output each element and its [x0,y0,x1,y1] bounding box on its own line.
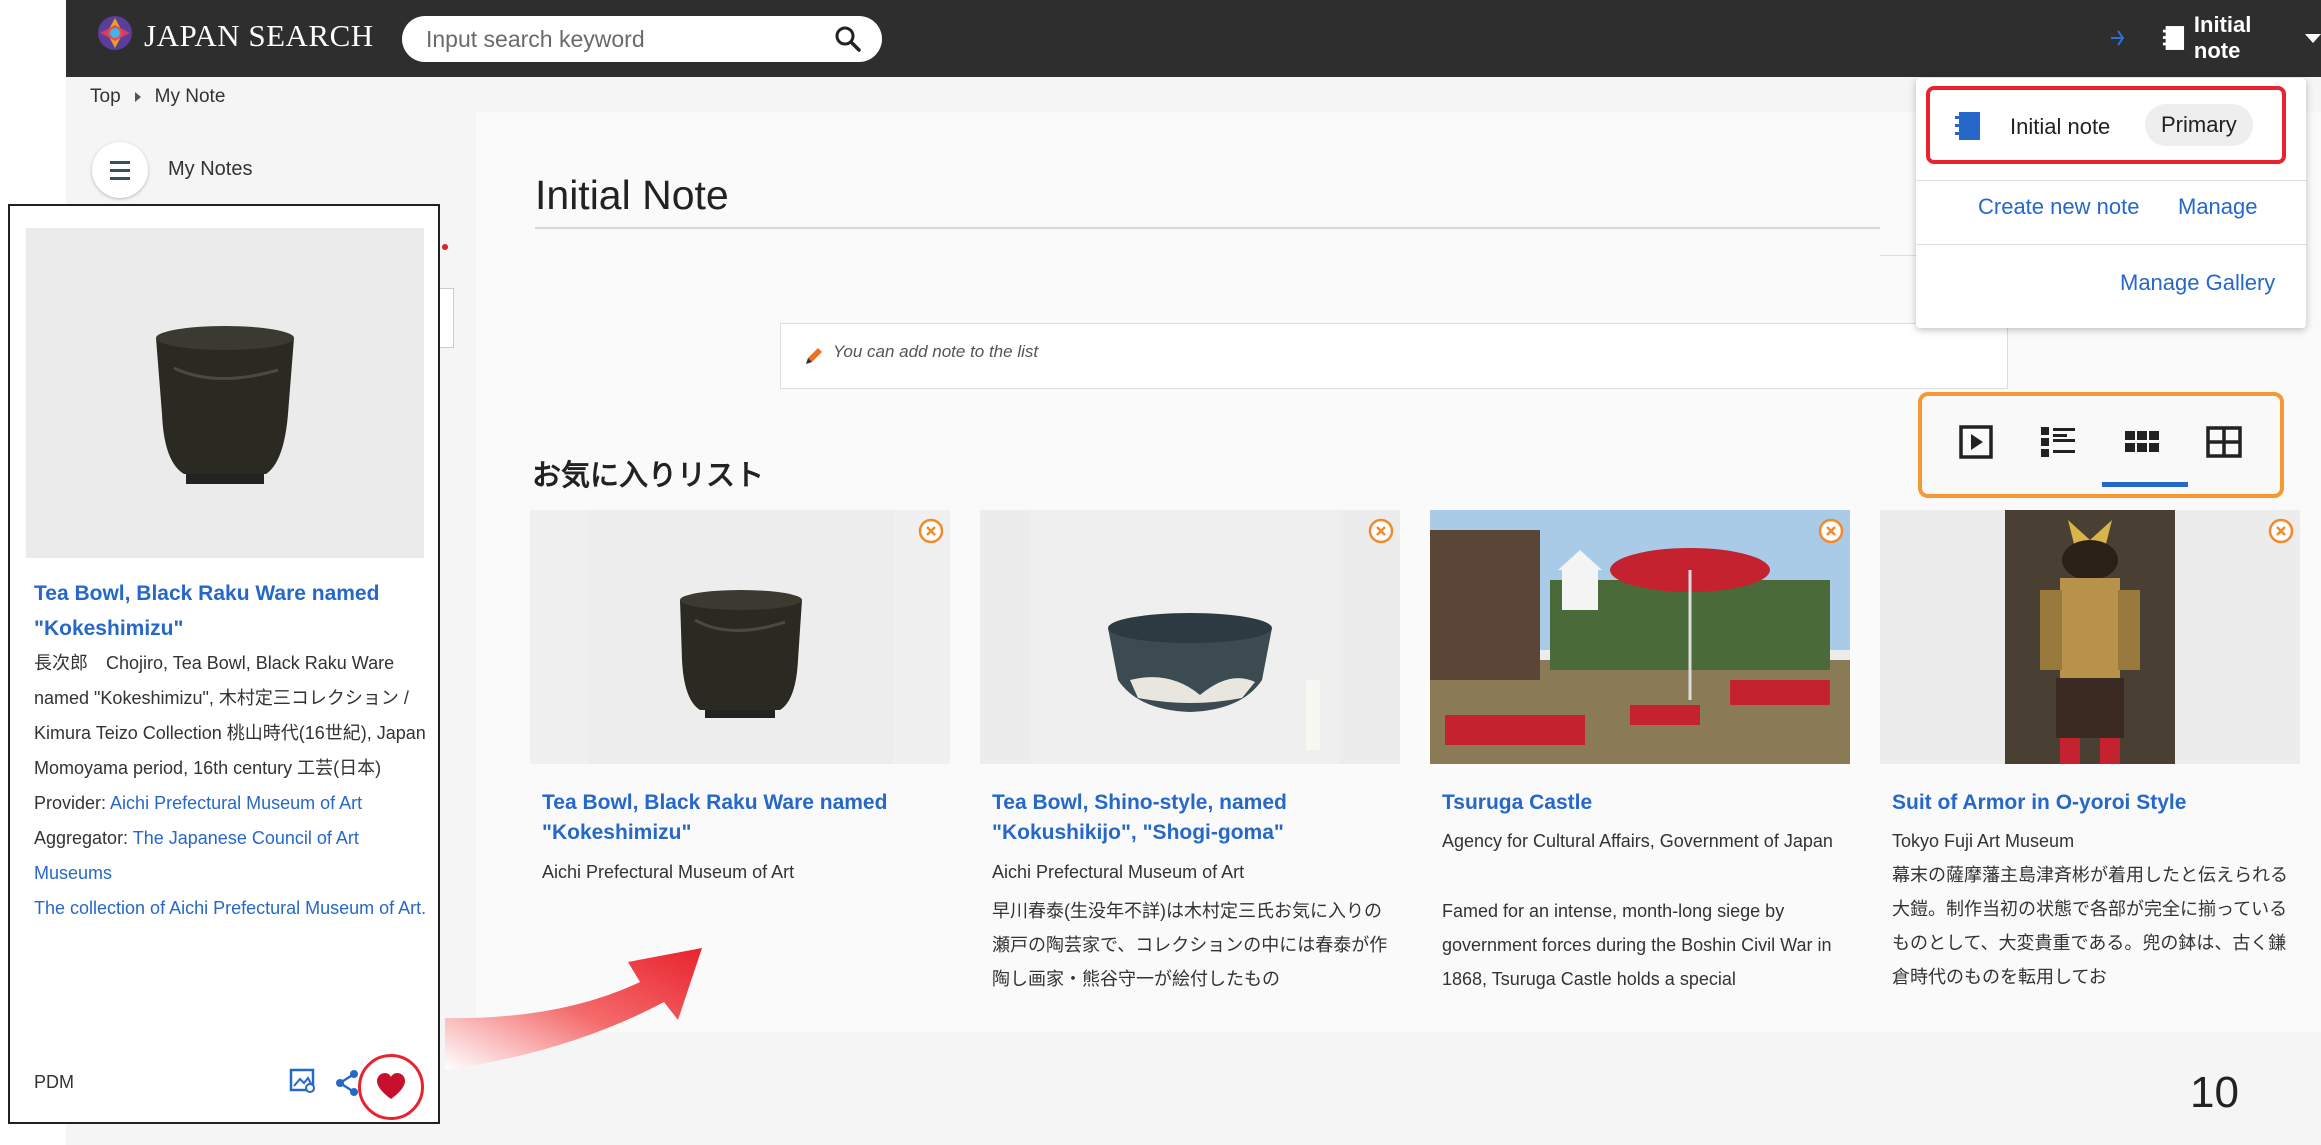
breadcrumb-separator-icon [134,92,141,102]
card-image[interactable] [1430,510,1850,764]
card-organization: Aichi Prefectural Museum of Art [542,862,795,882]
sidebar-indicator-dot [442,244,448,250]
card-image[interactable] [530,510,950,764]
note-menu-button[interactable]: Initial note [2162,12,2321,63]
dropdown-note-name: Initial note [2010,114,2111,139]
pencil-icon [806,348,822,364]
hamburger-icon-bar [110,169,130,172]
sidebar-my-notes-label[interactable]: My Notes [168,158,252,181]
card-organization: Agency for Cultural Affairs, Government … [1442,831,1833,851]
view-mode-toggle [1918,392,2284,498]
chevron-down-icon [2305,33,2321,43]
card-description: Famed for an intense, month-long siege b… [1442,901,1832,989]
item-detail-callout: Tea Bowl, Black Raku Ware named "Kokeshi… [8,204,440,1124]
remove-icon[interactable] [2268,518,2294,544]
card-title[interactable]: Suit of Armor in O-yoroi Style [1892,788,2292,818]
breadcrumb: Top My Note [90,86,225,108]
card-description: 早川春泰(生没年不詳)は木村定三氏お気に入りの瀬戸の陶芸家で、コレクションの中に… [992,901,1388,989]
login-icon[interactable] [2108,26,2132,50]
active-view-indicator [2102,482,2188,487]
card-title[interactable]: Tea Bowl, Black Raku Ware named "Kokeshi… [542,788,942,848]
notebook-icon [1955,112,1980,140]
tea-bowl-shino-image [1030,510,1340,764]
japan-search-logo-icon[interactable] [96,14,134,52]
provider-link[interactable]: Aichi Prefectural Museum of Art [110,793,362,813]
samurai-armor-image [1880,510,2300,764]
image-search-icon[interactable] [288,1066,318,1096]
remove-icon[interactable] [1818,518,1844,544]
favorite-highlight-ring [358,1054,424,1120]
note-input-box[interactable]: You can add note to the list [780,323,2008,389]
list-view-icon[interactable] [2038,422,2078,462]
card-title[interactable]: Tea Bowl, Shino-style, named "Kokushikij… [992,788,1392,848]
title-divider [535,227,1880,229]
dropdown-divider [1916,244,2306,245]
note-dropdown-menu: Initial note Primary Create new note Man… [1916,78,2306,328]
primary-chip: Primary [2145,104,2253,146]
manage-notes-link[interactable]: Manage [2178,194,2258,220]
search-input[interactable] [424,16,814,62]
brand-name[interactable]: JAPAN SEARCH [144,18,374,54]
hamburger-icon-bar [110,177,130,180]
card-image[interactable] [980,510,1400,764]
remove-icon[interactable] [918,518,944,544]
breadcrumb-current: My Note [154,86,226,107]
notebook-icon [2162,26,2185,50]
search-icon[interactable] [834,25,862,53]
hamburger-icon [110,161,130,164]
grid-view-icon[interactable] [2122,422,2162,462]
search-bar[interactable] [402,16,882,62]
card-title[interactable]: Tsuruga Castle [1442,788,1842,818]
table-view-icon[interactable] [2204,422,2244,462]
note-input-placeholder: You can add note to the list [833,342,1039,361]
card-organization: Tokyo Fuji Art Museum [1892,831,2075,851]
callout-arrow [445,948,702,1070]
card-image[interactable] [1880,510,2300,764]
card-description: 幕末の薩摩藩主島津斉彬が着用したと伝えられる大鎧。制作当初の状態で各部が完全に揃… [1892,865,2288,987]
note-menu-label: Initial note [2193,12,2252,63]
aggregator-label: Aggregator: [34,828,133,848]
provider-label: Provider: [34,793,111,813]
manage-gallery-link[interactable]: Manage Gallery [2120,270,2275,296]
card-organization: Aichi Prefectural Museum of Art [992,862,1245,882]
slide-page-number: 10 [2190,1068,2239,1117]
favorites-list-heading: お気に入りリスト [532,460,765,492]
callout-title[interactable]: Tea Bowl, Black Raku Ware named "Kokeshi… [34,576,424,646]
dropdown-note-item[interactable]: Initial note Primary [1926,86,2286,164]
sidebar-menu-button[interactable] [92,142,148,198]
license-label: PDM [34,1072,74,1092]
tsuruga-castle-image [1430,510,1850,764]
remove-icon[interactable] [1368,518,1394,544]
dropdown-divider [1916,180,2306,181]
callout-description: 長次郎 Chojiro, Tea Bowl, Black Raku Ware n… [34,653,426,778]
breadcrumb-top-link[interactable]: Top [90,86,121,108]
tea-bowl-black-image [588,510,893,764]
create-new-note-link[interactable]: Create new note [1978,194,2139,220]
slideshow-view-icon[interactable] [1956,422,1996,462]
collection-link[interactable]: The collection of Aichi Prefectural Muse… [34,898,426,918]
tea-bowl-black-image [26,228,424,558]
callout-image[interactable] [26,228,424,558]
note-title[interactable]: Initial Note [535,172,729,219]
callout-body: 長次郎 Chojiro, Tea Bowl, Black Raku Ware n… [34,646,429,926]
